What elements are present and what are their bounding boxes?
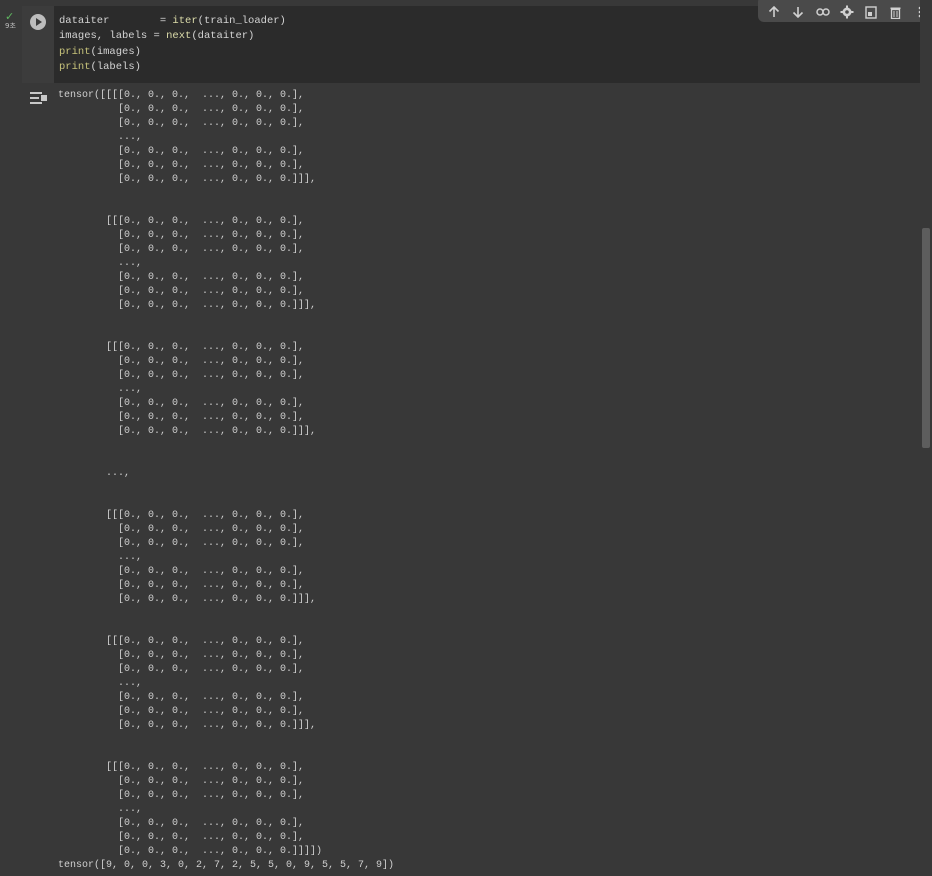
move-up-icon[interactable]	[765, 3, 783, 21]
code-line: print(images)	[59, 45, 286, 60]
code-line: print(labels)	[59, 60, 286, 75]
cell-toolbar	[758, 0, 932, 22]
code-token: next	[166, 30, 192, 43]
code-token: print	[59, 61, 91, 74]
code-token: (labels)	[90, 61, 141, 74]
output-toggle-icon[interactable]	[30, 91, 47, 105]
code-token: iter	[172, 15, 198, 27]
code-token: (dataiter)	[191, 30, 255, 43]
vertical-scrollbar[interactable]	[920, 0, 932, 876]
output-area: tensor([[[[0., 0., 0., ..., 0., 0., 0.],…	[22, 83, 920, 876]
cell-run-column	[22, 6, 54, 83]
scrollbar-thumb[interactable]	[922, 228, 930, 448]
check-icon: ✓	[5, 10, 15, 23]
code-token: print	[59, 45, 91, 58]
code-editor[interactable]: dataiter = iter(train_loader) images, lab…	[59, 14, 286, 76]
execution-time: 9초	[5, 22, 16, 30]
code-token: (images)	[90, 45, 141, 58]
execution-status: ✓ 9초	[5, 10, 19, 31]
link-icon[interactable]	[814, 3, 832, 21]
trash-icon[interactable]	[887, 3, 905, 21]
mirror-cell-icon[interactable]	[862, 3, 880, 21]
cell-gutter: ✓ 9초	[0, 0, 22, 876]
code-token: images, labels =	[59, 30, 167, 43]
code-line: images, labels = next(dataiter)	[59, 29, 286, 44]
move-down-icon[interactable]	[789, 3, 807, 21]
run-cell-button[interactable]	[30, 14, 46, 30]
gear-icon[interactable]	[838, 3, 856, 21]
code-cell[interactable]: dataiter = iter(train_loader) images, lab…	[22, 0, 932, 876]
code-token: (train_loader)	[197, 15, 286, 27]
output-text: tensor([[[[0., 0., 0., ..., 0., 0., 0.],…	[58, 90, 395, 871]
code-token: dataiter =	[59, 15, 173, 27]
code-line: dataiter = iter(train_loader)	[59, 14, 286, 29]
